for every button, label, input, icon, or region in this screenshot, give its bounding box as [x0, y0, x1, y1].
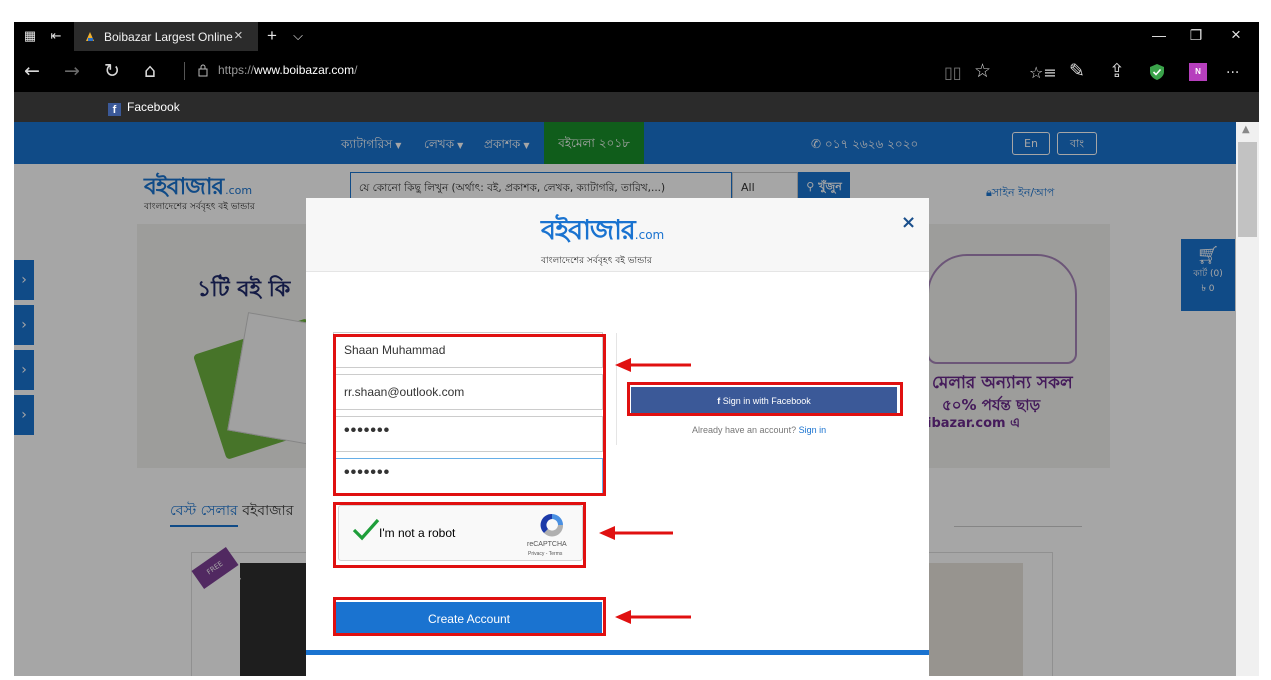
favorite-star-icon[interactable]: ☆ — [974, 61, 991, 81]
tab-list-icon[interactable]: ⌵ — [290, 29, 306, 43]
favorites-bar: f Facebook — [14, 92, 1259, 122]
boibazar-favicon-icon — [86, 32, 94, 41]
modal-divider — [616, 333, 617, 445]
tab-title: Boibazar Largest Online — [104, 30, 233, 44]
highlight-facebook-button — [627, 382, 903, 416]
already-account-text: Already have an account? Sign in — [692, 425, 827, 435]
pen-notes-icon[interactable]: ✎ — [1069, 61, 1085, 81]
highlight-captcha — [333, 502, 586, 568]
reading-view-icon[interactable]: ▯▯ — [944, 63, 962, 83]
navigation-bar: ← → ↻ ⌂ https://www.boibazar.com/ ▯▯ ☆ ☆… — [14, 51, 1259, 92]
onenote-extension-icon[interactable]: N — [1189, 63, 1207, 81]
browser-window: ▦ ⇤ Boibazar Largest Online × + ⌵ — ❐ × … — [14, 22, 1259, 676]
highlight-form-fields — [333, 334, 606, 496]
lock-icon — [198, 64, 208, 77]
modal-close-icon[interactable]: × — [901, 212, 916, 233]
window-close-icon[interactable]: × — [1226, 25, 1246, 45]
share-icon[interactable]: ⇪ — [1109, 61, 1125, 81]
more-icon[interactable]: ··· — [1226, 63, 1239, 83]
tab-boibazar[interactable]: Boibazar Largest Online × — [74, 22, 258, 51]
arrow-create-icon — [615, 610, 691, 624]
url-text: https://www.boibazar.com/ — [218, 63, 358, 77]
scrollbar-thumb[interactable] — [1238, 142, 1257, 237]
minimize-icon[interactable]: — — [1149, 27, 1169, 43]
tab-actions-icon[interactable]: ▦ — [22, 29, 38, 43]
modal-bottom-bar — [306, 650, 929, 676]
signin-modal-link[interactable]: Sign in — [799, 425, 827, 435]
home-icon[interactable]: ⌂ — [144, 61, 156, 81]
modal-logo: বইবাজার.com বাংলাদেশের সর্ববৃহৎ বই ভান্ড… — [541, 215, 665, 266]
back-icon[interactable]: ← — [24, 61, 40, 81]
scroll-up-icon[interactable]: ▲ — [1242, 124, 1250, 135]
modal-header: বইবাজার.com বাংলাদেশের সর্ববৃহৎ বই ভান্ড… — [306, 198, 929, 272]
new-tab-icon[interactable]: + — [264, 27, 280, 44]
set-aside-tabs-icon[interactable]: ⇤ — [48, 29, 64, 43]
favorites-hub-icon[interactable]: ☆≡ — [1029, 63, 1057, 83]
address-bar[interactable]: https://www.boibazar.com/ — [184, 59, 914, 83]
arrow-captcha-icon — [599, 526, 673, 540]
facebook-icon: f — [108, 103, 121, 116]
tab-bar: ▦ ⇤ Boibazar Largest Online × + ⌵ — ❐ × — [14, 22, 1259, 51]
refresh-icon[interactable]: ↻ — [104, 61, 120, 81]
shield-extension-icon[interactable] — [1149, 63, 1165, 81]
address-divider — [184, 62, 185, 80]
forward-icon[interactable]: → — [64, 61, 80, 81]
favorite-facebook[interactable]: f Facebook — [108, 100, 180, 116]
restore-icon[interactable]: ❐ — [1186, 27, 1206, 44]
page-scrollbar[interactable]: ▲ — [1236, 122, 1259, 676]
tab-close-icon[interactable]: × — [234, 27, 243, 44]
arrow-form-icon — [615, 358, 691, 372]
highlight-create-account — [333, 597, 606, 636]
